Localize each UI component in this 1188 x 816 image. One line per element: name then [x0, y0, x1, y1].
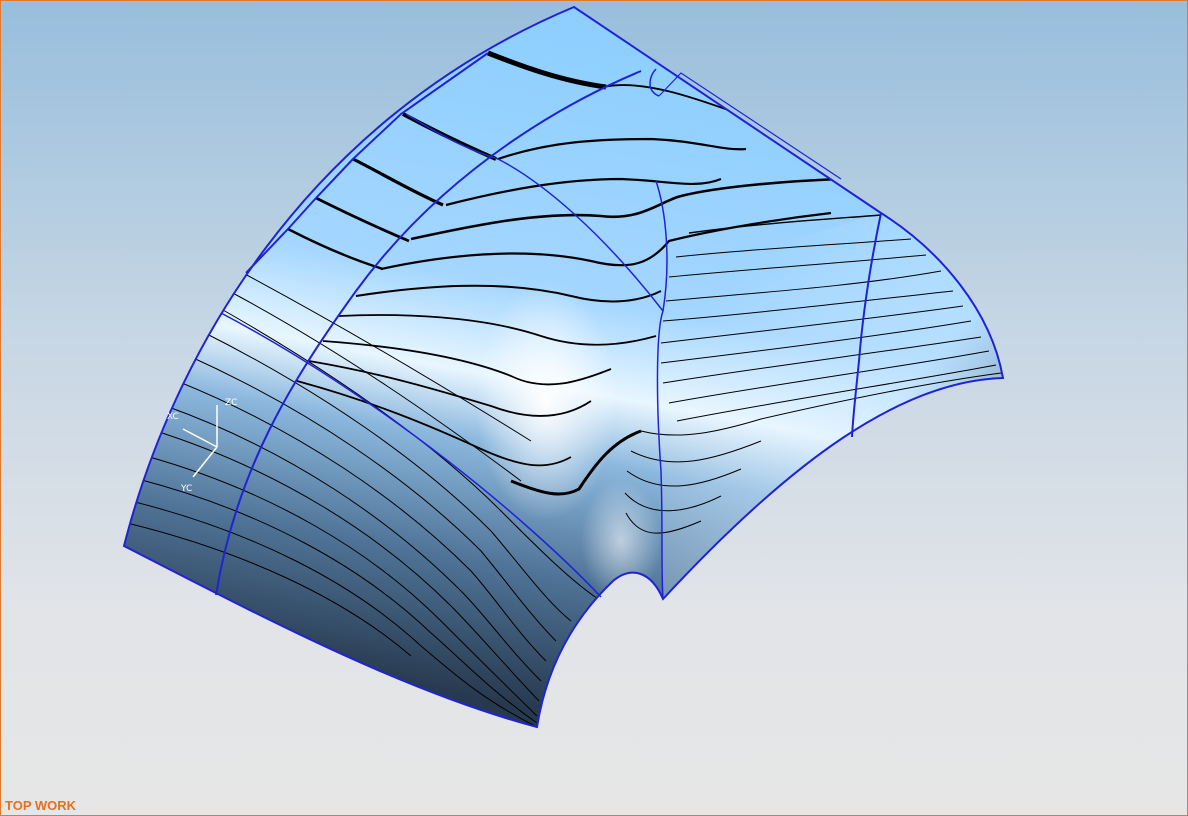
- graphics-viewport[interactable]: ZC XC YC TOP WORK: [0, 0, 1188, 816]
- model-canvas[interactable]: ZC XC YC: [1, 1, 1188, 816]
- triad-label-z: ZC: [225, 398, 237, 408]
- triad-label-x: XC: [167, 412, 179, 422]
- surface-body[interactable]: [124, 7, 1003, 727]
- view-name-label: TOP WORK: [5, 798, 77, 813]
- triad-label-y: YC: [180, 484, 192, 494]
